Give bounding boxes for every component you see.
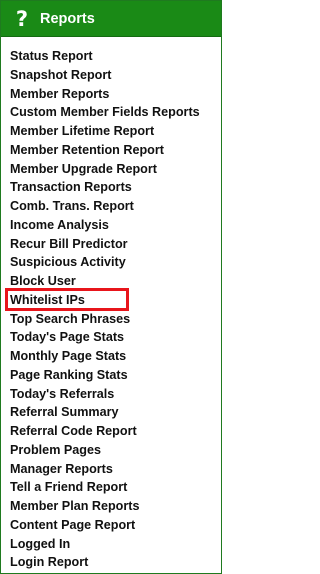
menu-item-referral-summary[interactable]: Referral Summary	[1, 403, 221, 422]
menu-item-suspicious-activity[interactable]: Suspicious Activity	[1, 253, 221, 272]
question-mark-icon[interactable]: ?	[11, 7, 33, 31]
menu-item-member-retention-report[interactable]: Member Retention Report	[1, 141, 221, 160]
menu-item-monthly-page-stats[interactable]: Monthly Page Stats	[1, 347, 221, 366]
menu-item-transaction-reports[interactable]: Transaction Reports	[1, 178, 221, 197]
menu-item-referral-code-report[interactable]: Referral Code Report	[1, 422, 221, 441]
menu-item-snapshot-report[interactable]: Snapshot Report	[1, 66, 221, 85]
menu-item-login-report[interactable]: Login Report	[1, 553, 221, 572]
menu-item-custom-member-fields-reports[interactable]: Custom Member Fields Reports	[1, 103, 221, 122]
menu-item-comb-trans-report[interactable]: Comb. Trans. Report	[1, 197, 221, 216]
menu-item-block-user[interactable]: Block User	[1, 272, 221, 291]
menu-item-problem-pages[interactable]: Problem Pages	[1, 441, 221, 460]
panel-title: Reports	[40, 10, 95, 27]
menu-item-status-report[interactable]: Status Report	[1, 47, 221, 66]
menu-item-member-upgrade-report[interactable]: Member Upgrade Report	[1, 160, 221, 179]
menu-item-page-ranking-stats[interactable]: Page Ranking Stats	[1, 366, 221, 385]
reports-menu: Status Report Snapshot Report Member Rep…	[1, 47, 221, 572]
reports-panel: ? Reports Status Report Snapshot Report …	[0, 0, 222, 574]
menu-item-whitelist-ips[interactable]: Whitelist IPs	[1, 291, 221, 310]
menu-item-logged-in[interactable]: Logged In	[1, 535, 221, 554]
menu-item-member-reports[interactable]: Member Reports	[1, 85, 221, 104]
menu-item-recur-bill-predictor[interactable]: Recur Bill Predictor	[1, 235, 221, 254]
menu-item-todays-referrals[interactable]: Today's Referrals	[1, 385, 221, 404]
menu-item-top-search-phrases[interactable]: Top Search Phrases	[1, 310, 221, 329]
menu-item-tell-a-friend-report[interactable]: Tell a Friend Report	[1, 478, 221, 497]
menu-item-income-analysis[interactable]: Income Analysis	[1, 216, 221, 235]
menu-item-member-plan-reports[interactable]: Member Plan Reports	[1, 497, 221, 516]
menu-item-content-page-report[interactable]: Content Page Report	[1, 516, 221, 535]
menu-item-todays-page-stats[interactable]: Today's Page Stats	[1, 328, 221, 347]
menu-item-manager-reports[interactable]: Manager Reports	[1, 460, 221, 479]
reports-header: ? Reports	[1, 1, 221, 37]
menu-item-member-lifetime-report[interactable]: Member Lifetime Report	[1, 122, 221, 141]
